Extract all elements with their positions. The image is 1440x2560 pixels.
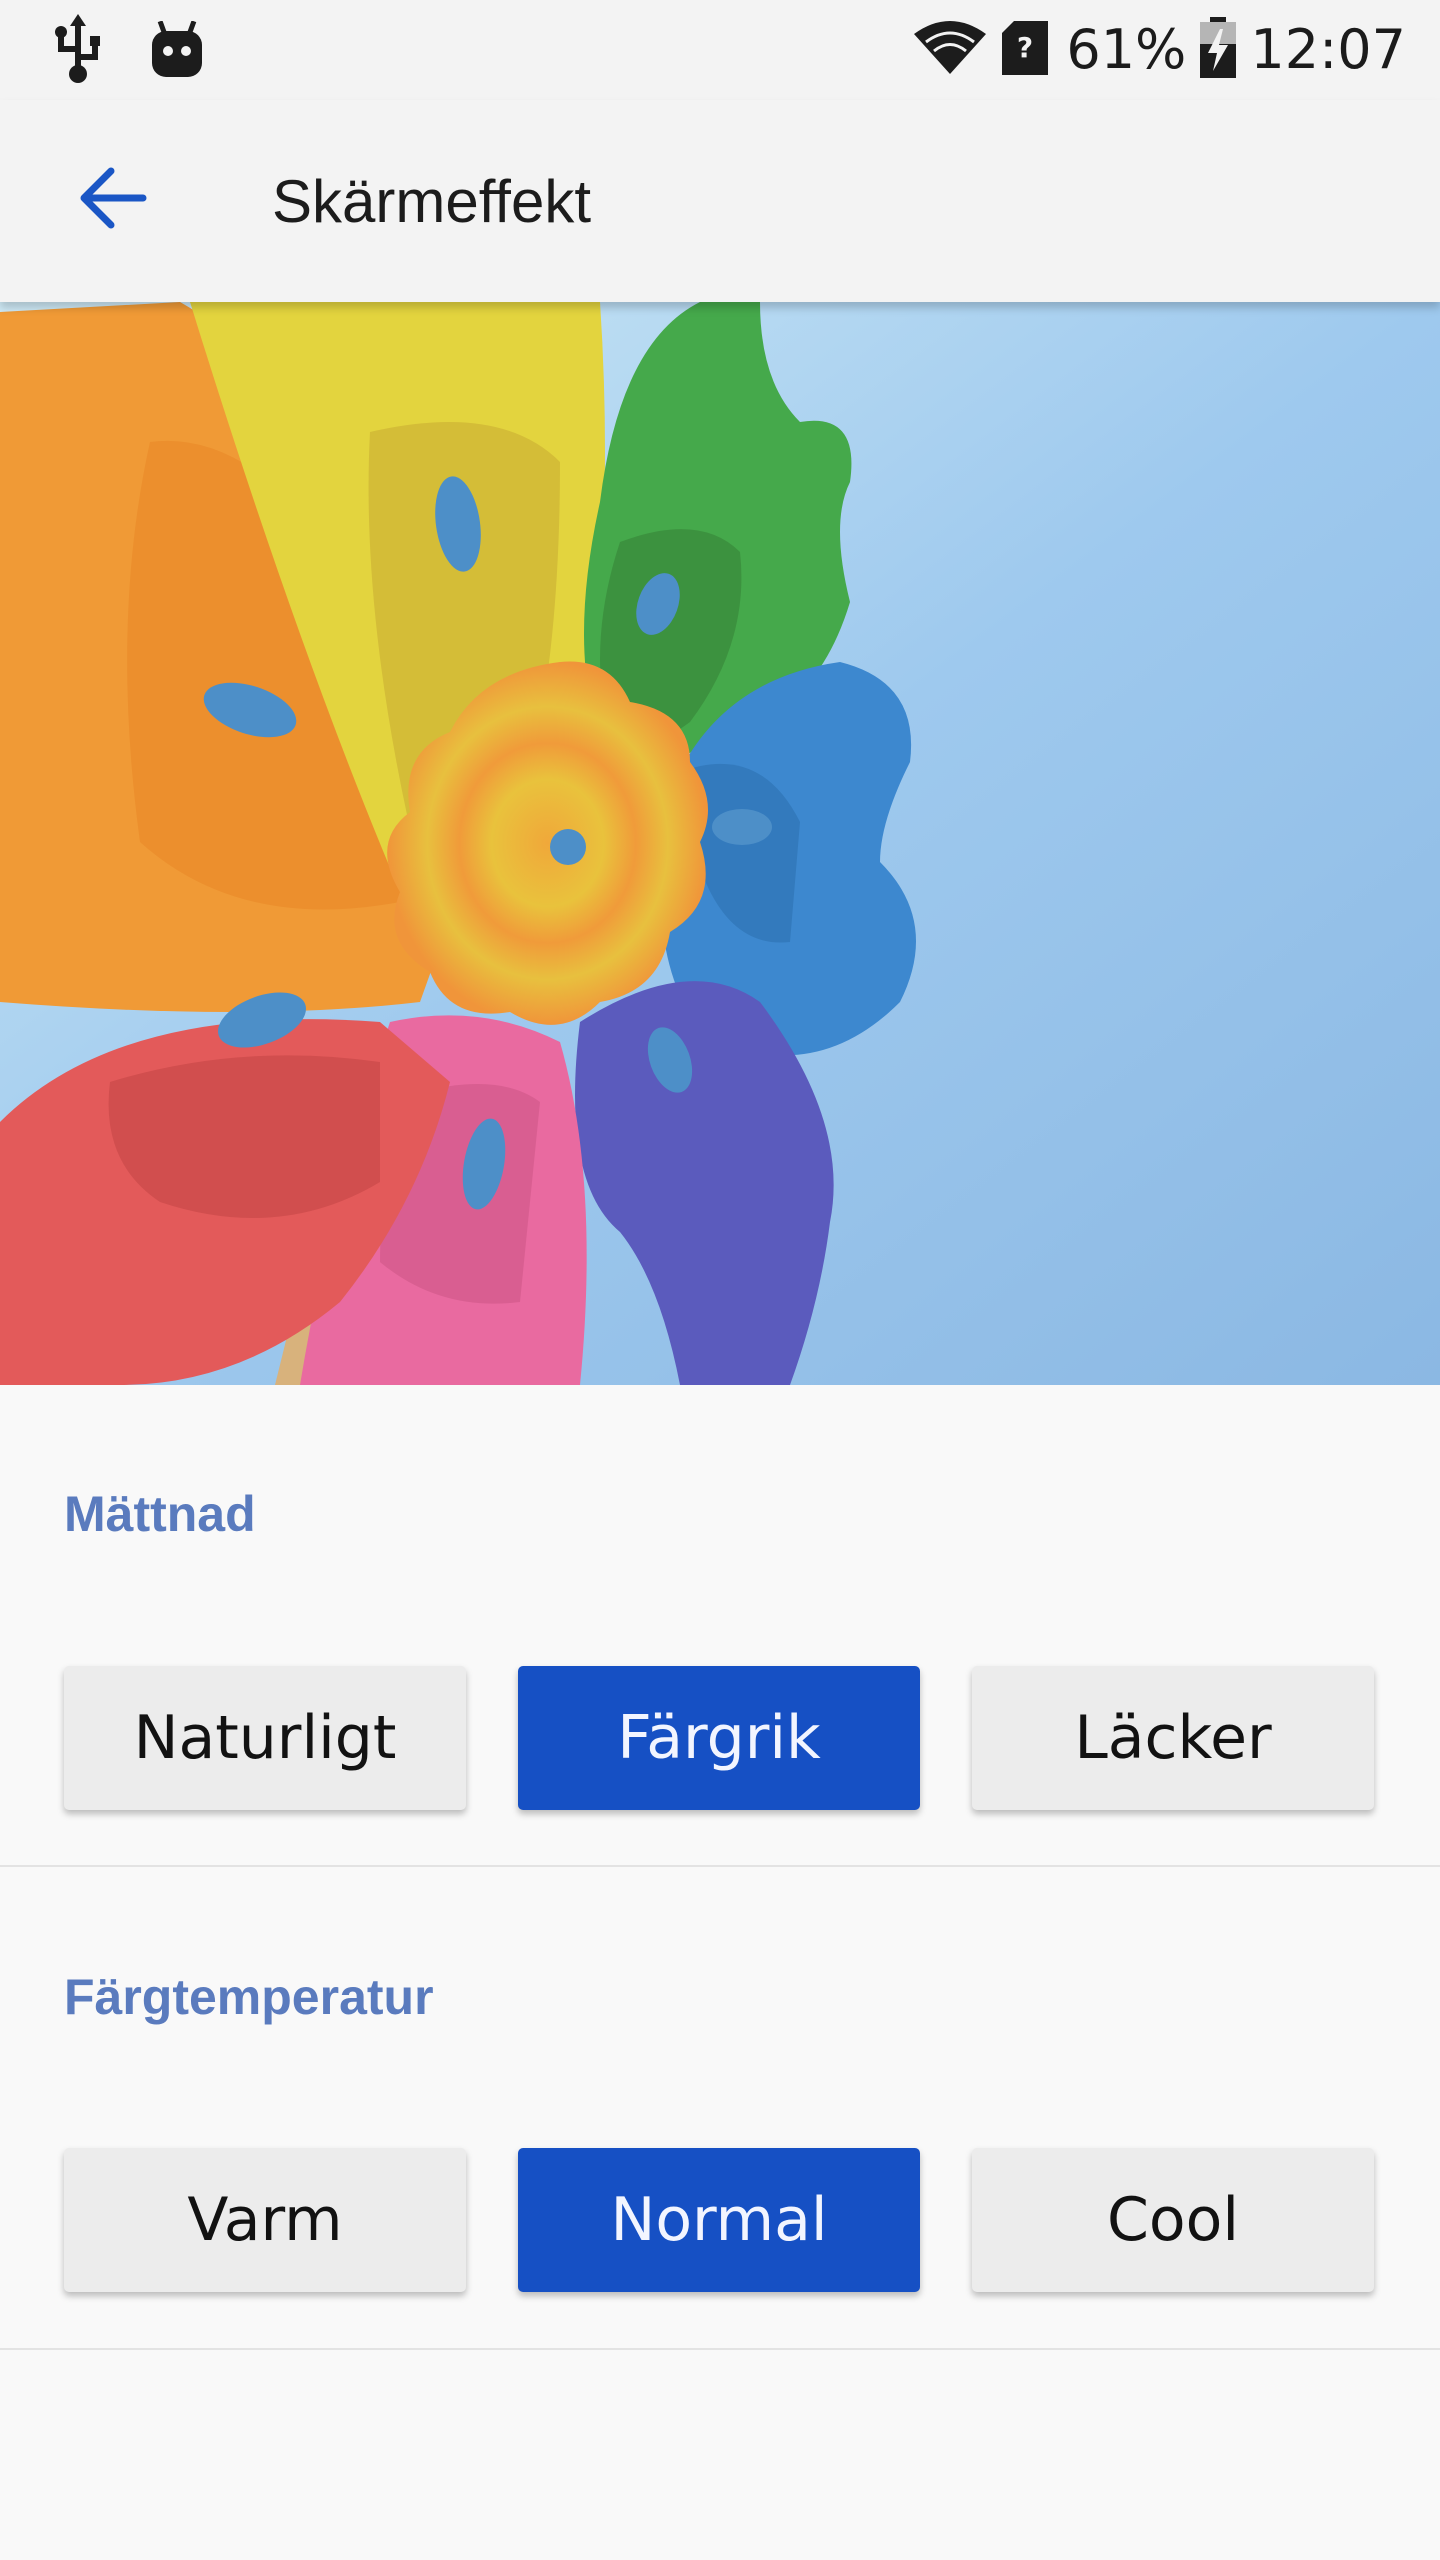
usb-icon <box>50 14 106 91</box>
temperature-title: Färgtemperatur <box>64 1969 434 2025</box>
status-system: ? 61% 12:07 <box>912 12 1406 88</box>
app-bar: Skärmeffekt <box>0 100 1440 302</box>
temperature-warm-button[interactable]: Varm <box>64 2148 466 2292</box>
temperature-cool-button[interactable]: Cool <box>972 2148 1374 2292</box>
saturation-natural-button[interactable]: Naturligt <box>64 1666 466 1810</box>
status-bar: ? 61% 12:07 <box>0 0 1440 100</box>
svg-text:?: ? <box>1017 31 1033 64</box>
saturation-gorgeous-button[interactable]: Läcker <box>972 1666 1374 1810</box>
clock: 12:07 <box>1250 18 1406 81</box>
saturation-title: Mättnad <box>64 1486 256 1542</box>
back-button[interactable] <box>62 150 162 250</box>
saturation-section: Mättnad Naturligt Färgrik Läcker <box>0 1385 1440 1867</box>
sim-unknown-icon: ? <box>1000 19 1054 82</box>
temperature-section: Färgtemperatur Varm Normal Cool <box>0 1866 1440 2350</box>
page-title: Skärmeffekt <box>272 168 592 235</box>
saturation-vivid-button[interactable]: Färgrik <box>518 1666 920 1810</box>
arrow-back-icon <box>77 166 147 235</box>
preview-image <box>0 302 1440 1385</box>
battery-percentage: 61% <box>1066 18 1187 81</box>
divider <box>0 2348 1440 2350</box>
android-debug-icon <box>150 20 204 84</box>
temperature-normal-button[interactable]: Normal <box>518 2148 920 2292</box>
status-notifications <box>50 14 204 91</box>
battery-charging-icon <box>1198 16 1238 84</box>
wifi-icon <box>912 20 988 81</box>
